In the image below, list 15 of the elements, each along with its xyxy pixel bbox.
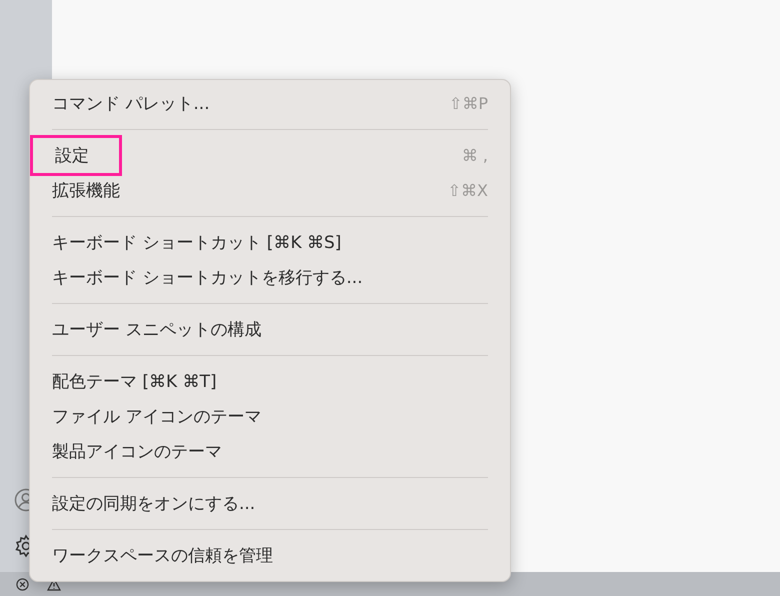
menu-item[interactable]: 配色テーマ [⌘K ⌘T] [30, 364, 510, 399]
shortcut-label: ⇧⌘X [448, 181, 488, 200]
shortcut-label: ⌘ , [462, 146, 488, 165]
menu-item[interactable]: 設定 ⌘ , [30, 138, 510, 173]
menu-item[interactable]: ファイル アイコンのテーマ [30, 399, 510, 434]
menu-item[interactable]: 拡張機能 ⇧⌘X [30, 173, 510, 208]
menu-item[interactable]: キーボード ショートカット [⌘K ⌘S] [30, 225, 510, 260]
menu-item[interactable]: 製品アイコンのテーマ [30, 434, 510, 469]
menu-item[interactable]: コマンド パレット... ⇧⌘P [30, 86, 510, 121]
menu-item[interactable]: ワークスペースの信頼を管理 [30, 538, 510, 573]
menu-item[interactable]: 設定の同期をオンにする... [30, 486, 510, 521]
menu-item[interactable]: ユーザー スニペットの構成 [30, 312, 510, 347]
shortcut-label: ⇧⌘P [448, 94, 488, 113]
error-icon[interactable] [16, 578, 29, 590]
menu-item[interactable]: キーボード ショートカットを移行する... [30, 260, 510, 295]
